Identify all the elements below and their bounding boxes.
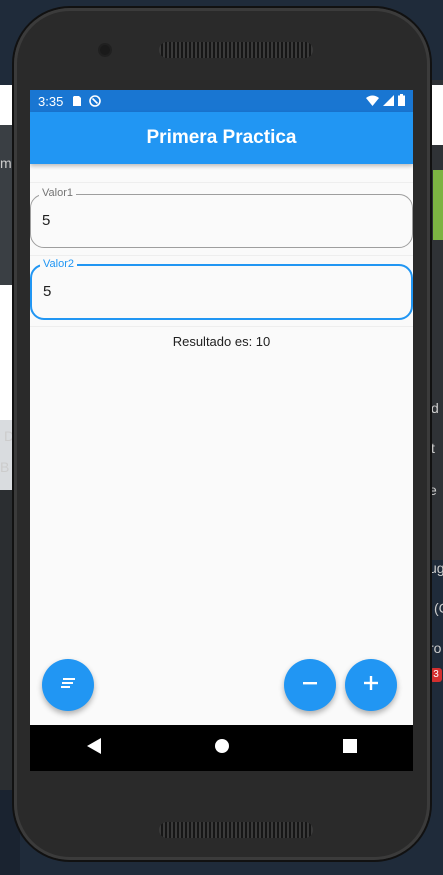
- desktop-edge-text: D: [4, 428, 15, 444]
- valor2-input[interactable]: Valor2 5: [30, 258, 413, 320]
- back-triangle-icon[interactable]: [86, 737, 101, 759]
- valor2-label: Valor2: [40, 258, 77, 270]
- system-nav-bar: [30, 725, 413, 771]
- notification-badge: 3: [430, 668, 442, 682]
- add-fab-button[interactable]: [345, 659, 397, 711]
- signal-icon: [383, 94, 394, 109]
- desktop-bg-panel: [429, 85, 443, 145]
- app-title: Primera Practica: [146, 127, 297, 148]
- desktop-bg-panel: [433, 170, 443, 240]
- sort-lines-icon: [60, 676, 76, 694]
- status-time: 3:35: [38, 93, 64, 109]
- desktop-edge-text: (C: [434, 600, 443, 616]
- desktop-edge-text: t: [431, 440, 435, 456]
- minus-icon: [302, 675, 318, 696]
- battery-icon: [398, 93, 405, 109]
- app-screen: 3:35 Primera Practica Valor1 5 Valor2 5: [30, 90, 413, 771]
- status-bar: 3:35: [30, 90, 413, 112]
- divider: [30, 255, 413, 256]
- valor1-label: Valor1: [39, 187, 76, 199]
- divider: [30, 326, 413, 327]
- valor2-value[interactable]: 5: [43, 283, 51, 300]
- bottom-speaker-grille: [159, 822, 313, 838]
- valor1-value[interactable]: 5: [42, 212, 50, 229]
- recents-square-icon[interactable]: [342, 738, 357, 758]
- front-camera: [100, 45, 110, 55]
- sync-icon: [89, 95, 102, 107]
- desktop-edge-text: ro: [429, 640, 442, 656]
- desktop-edge-text: d: [431, 400, 439, 416]
- sd-card-icon: [71, 95, 83, 107]
- desktop-edge-text: e: [429, 482, 437, 498]
- sort-fab-button[interactable]: [42, 659, 94, 711]
- desktop-edge-text: ug: [429, 560, 443, 576]
- result-text: Resultado es: 10: [172, 334, 271, 349]
- plus-icon: [363, 675, 379, 696]
- valor1-input[interactable]: Valor1 5: [30, 187, 413, 248]
- divider: [30, 182, 413, 183]
- app-bar: Primera Practica: [30, 112, 413, 164]
- wifi-icon: [366, 94, 379, 109]
- subtract-fab-button[interactable]: [284, 659, 336, 711]
- home-circle-icon[interactable]: [214, 738, 230, 759]
- desktop-edge-text: B: [0, 459, 10, 475]
- top-speaker-grille: [159, 42, 313, 58]
